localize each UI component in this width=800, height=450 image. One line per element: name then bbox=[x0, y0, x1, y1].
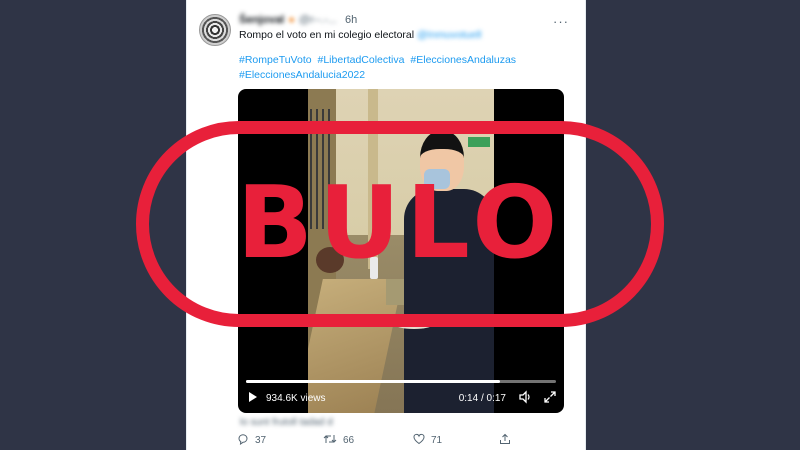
scene-voter-mask bbox=[424, 169, 450, 189]
hashtag-libertadcolectiva[interactable]: #LibertadColectiva bbox=[318, 54, 405, 66]
scene-torn-paper bbox=[394, 319, 434, 329]
tweet-time[interactable]: 6h bbox=[345, 14, 357, 26]
tweet-mention[interactable]: @Inmuvotuell bbox=[417, 29, 481, 41]
author-name[interactable]: Šenjoval bbox=[239, 14, 284, 26]
share-button[interactable] bbox=[499, 433, 511, 448]
retweet-icon bbox=[323, 433, 337, 448]
scene-bottle bbox=[370, 257, 378, 279]
reply-count: 37 bbox=[255, 435, 267, 446]
scene-shirt-text: WILDNESS bbox=[418, 249, 468, 258]
video-controls: 934.6K views 0:14 / 0:17 bbox=[238, 389, 564, 409]
reply-button[interactable]: 37 bbox=[237, 433, 266, 448]
scene-pillar bbox=[368, 89, 378, 269]
video-current-time: 0:14 bbox=[458, 393, 479, 404]
tweet-text: Rompo el voto en mi colegio electoral @I… bbox=[239, 28, 571, 42]
more-options-icon[interactable]: ··· bbox=[553, 14, 569, 29]
speaker-icon[interactable] bbox=[518, 390, 532, 407]
like-count: 71 bbox=[431, 435, 443, 446]
video-progress-fill bbox=[246, 380, 501, 383]
like-button[interactable]: 71 bbox=[413, 433, 442, 448]
share-icon bbox=[499, 433, 511, 448]
tweet-text-body: Rompo el voto en mi colegio electoral bbox=[239, 29, 415, 41]
hashtag-rompetuvoto[interactable]: #RompeTuVoto bbox=[239, 54, 312, 66]
video-frame: WILDNESS bbox=[308, 89, 494, 413]
reply-icon bbox=[237, 433, 249, 448]
retweet-count: 66 bbox=[343, 435, 355, 446]
play-icon[interactable] bbox=[248, 391, 258, 406]
author-handle[interactable]: @r--.-... bbox=[299, 14, 337, 26]
retweet-button[interactable]: 66 bbox=[323, 433, 354, 448]
video-views: 934.6K views bbox=[266, 393, 326, 404]
tweet-attribution[interactable]: lo sunt frutoll tadad d bbox=[240, 417, 337, 428]
scene-window-bars bbox=[310, 109, 332, 229]
tweet-actions: 37 66 71 bbox=[237, 433, 577, 449]
attribution-text: lo sunt frutoll tadad d bbox=[240, 417, 333, 428]
scene-exit-sign bbox=[468, 137, 490, 147]
scene-poll-worker bbox=[316, 247, 344, 273]
video-time: 0:14 / 0:17 bbox=[458, 393, 506, 404]
author-emoji: ● bbox=[288, 14, 295, 26]
video-duration: 0:17 bbox=[486, 393, 506, 404]
hashtag-eleccionesandaluzas[interactable]: #EleccionesAndaluzas bbox=[410, 54, 516, 66]
video-progress-bar[interactable] bbox=[246, 380, 556, 383]
hashtag-list: #RompeTuVoto #LibertadColectiva #Eleccio… bbox=[239, 53, 575, 83]
fullscreen-icon[interactable] bbox=[544, 391, 556, 406]
hashtag-eleccionesandalucia2022[interactable]: #EleccionesAndalucia2022 bbox=[239, 69, 365, 81]
heart-icon bbox=[413, 433, 425, 448]
tweet-card[interactable]: Šenjoval ● @r--.-... 6h ··· Rompo el voto e… bbox=[186, 0, 586, 450]
avatar[interactable] bbox=[199, 14, 231, 46]
video-player[interactable]: WILDNESS 934.6K views 0:14 / 0:17 bbox=[238, 89, 564, 413]
